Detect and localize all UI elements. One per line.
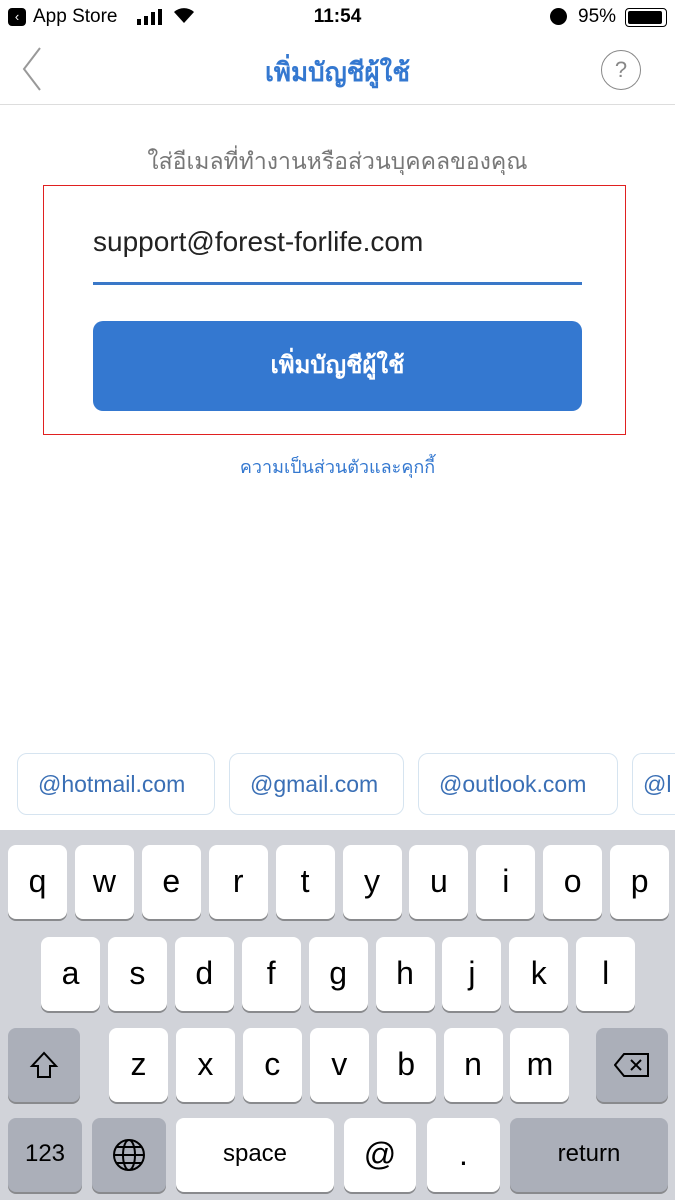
key-h[interactable]: h — [375, 937, 435, 1011]
at-key[interactable]: @ — [344, 1118, 416, 1192]
privacy-cookies-link[interactable]: ความเป็นส่วนตัวและคุกกี้ — [0, 452, 675, 481]
key-v[interactable]: v — [309, 1028, 369, 1102]
key-g[interactable]: g — [308, 937, 368, 1011]
key-t[interactable]: t — [275, 845, 335, 919]
alarm-icon — [550, 8, 567, 25]
key-b[interactable]: b — [376, 1028, 436, 1102]
shift-key[interactable] — [8, 1028, 80, 1102]
suggestion-chip[interactable]: @gmail.com — [229, 753, 404, 815]
divider — [0, 104, 675, 105]
suggestion-chip[interactable]: @l — [632, 753, 675, 815]
key-p[interactable]: p — [610, 845, 670, 919]
key-f[interactable]: f — [241, 937, 301, 1011]
key-x[interactable]: x — [175, 1028, 235, 1102]
email-prompt: ใส่อีเมลที่ทำงานหรือส่วนบุคคลของคุณ — [147, 148, 528, 174]
space-key[interactable]: space — [176, 1118, 334, 1192]
numbers-key[interactable]: 123 — [8, 1118, 82, 1192]
suggestion-chip[interactable]: @outlook.com — [418, 753, 618, 815]
key-s[interactable]: s — [107, 937, 167, 1011]
status-bar: ‹ App Store 11:54 95% — [0, 0, 675, 36]
battery-percent: 95% — [578, 6, 617, 27]
page-title: เพิ่มบัญชีผู้ใช้ — [264, 57, 411, 87]
delete-key[interactable] — [596, 1028, 668, 1102]
backspace-icon — [613, 1053, 649, 1077]
key-a[interactable]: a — [41, 937, 100, 1011]
key-z[interactable]: z — [109, 1028, 168, 1102]
key-o[interactable]: o — [543, 845, 603, 919]
return-key[interactable]: return — [510, 1118, 668, 1192]
dot-key[interactable]: . — [427, 1118, 500, 1192]
key-q[interactable]: q — [8, 845, 67, 919]
key-l[interactable]: l — [576, 937, 636, 1011]
key-j[interactable]: j — [442, 937, 502, 1011]
key-w[interactable]: w — [74, 845, 134, 919]
key-e[interactable]: e — [141, 845, 201, 919]
globe-icon — [113, 1139, 145, 1171]
help-button[interactable]: ? — [601, 50, 641, 90]
key-m[interactable]: m — [510, 1028, 570, 1102]
key-c[interactable]: c — [242, 1028, 302, 1102]
key-y[interactable]: y — [342, 845, 402, 919]
key-n[interactable]: n — [443, 1028, 503, 1102]
clock-time: 11:54 — [313, 6, 362, 27]
key-i[interactable]: i — [476, 845, 536, 919]
battery-icon — [625, 8, 667, 27]
email-field[interactable]: support@forest-forlife.com — [93, 226, 582, 285]
key-k[interactable]: k — [509, 937, 569, 1011]
key-u[interactable]: u — [409, 845, 469, 919]
key-d[interactable]: d — [174, 937, 234, 1011]
keyboard: 123 space @ . return qwertyuiop asdfghjkl… — [0, 830, 675, 1200]
globe-key[interactable] — [92, 1118, 166, 1192]
add-account-button[interactable]: เพิ่มบัญชีผู้ใช้ — [93, 321, 582, 411]
suggestion-chip[interactable]: @hotmail.com — [17, 753, 215, 815]
shift-icon — [29, 1051, 59, 1078]
key-r[interactable]: r — [208, 845, 268, 919]
